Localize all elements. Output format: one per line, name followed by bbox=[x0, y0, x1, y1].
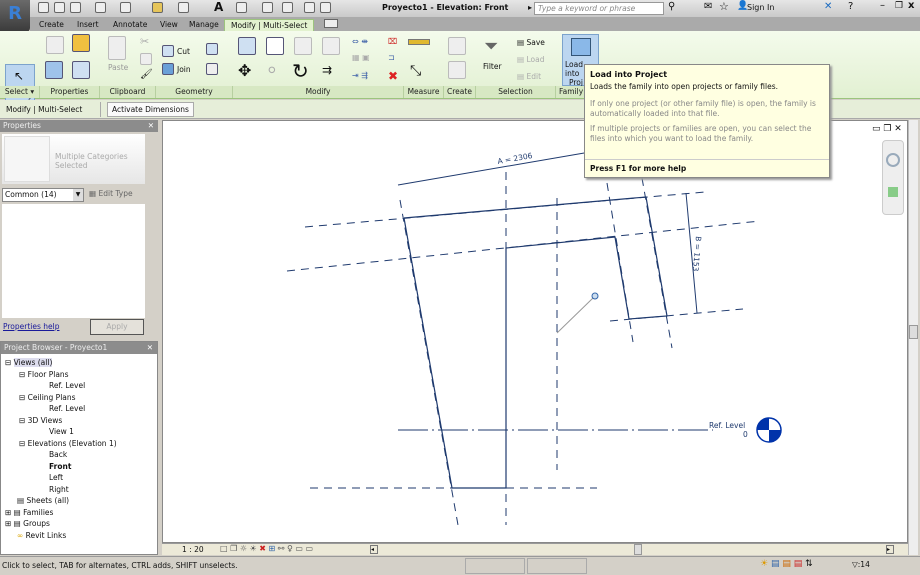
steering-wheel-icon[interactable] bbox=[886, 153, 900, 167]
view-window-controls[interactable]: ▭ ❐ ✕ bbox=[872, 124, 902, 134]
work-plane-line bbox=[556, 297, 594, 334]
filter-count[interactable]: ▽:14 bbox=[852, 560, 870, 569]
level-head-icon bbox=[756, 417, 782, 443]
load-into-project-tooltip: Load into Project Loads the family into … bbox=[584, 64, 830, 178]
horizontal-scroll-thumb[interactable] bbox=[634, 544, 642, 555]
selection-toggle-icons[interactable]: ☀ ▤ ▤ ▤ ⇅ bbox=[760, 559, 813, 569]
status-field bbox=[465, 558, 525, 574]
scroll-right-button[interactable]: ▸ bbox=[886, 545, 894, 554]
zoom-icon[interactable] bbox=[888, 187, 898, 197]
tooltip-description: Loads the family into open projects or f… bbox=[590, 82, 778, 91]
level-value: 0 bbox=[743, 430, 748, 439]
reference-plane bbox=[641, 177, 673, 349]
tooltip-paragraph: If only one project (or other family fil… bbox=[590, 99, 816, 118]
scroll-thumb[interactable] bbox=[909, 325, 918, 339]
tooltip-title: Load into Project bbox=[590, 70, 668, 79]
tooltip-help-hint: Press F1 for more help bbox=[585, 159, 829, 177]
scroll-left-button[interactable]: ◂ bbox=[370, 545, 378, 554]
level-name[interactable]: Ref. Level bbox=[709, 421, 745, 430]
status-field bbox=[527, 558, 587, 574]
status-bar: Click to select, TAB for alternates, CTR… bbox=[0, 556, 920, 575]
dimension-a-label[interactable]: A = 2306 bbox=[497, 151, 534, 166]
status-message: Click to select, TAB for alternates, CTR… bbox=[2, 561, 238, 570]
navigation-bar[interactable] bbox=[882, 140, 904, 215]
dimension-b-label[interactable]: B = 1153 bbox=[691, 236, 703, 272]
vertical-scrollbar[interactable] bbox=[908, 120, 918, 555]
view-control-bar: 1 : 20 □ ❐ ☼ ☀ ✖ ⊞ ⚯ ♀ ▭ ▭ ◂ ▸ bbox=[162, 543, 908, 555]
control-grip bbox=[591, 292, 599, 300]
view-control-icons[interactable]: □ ❐ ☼ ☀ ✖ ⊞ ⚯ ♀ ▭ ▭ bbox=[220, 544, 313, 553]
family-outline bbox=[403, 196, 668, 489]
scale-button[interactable]: 1 : 20 bbox=[182, 545, 204, 554]
tooltip-paragraph: If multiple projects or families are ope… bbox=[590, 124, 812, 143]
dimension-a-line bbox=[397, 151, 591, 186]
reference-plane bbox=[399, 199, 459, 526]
